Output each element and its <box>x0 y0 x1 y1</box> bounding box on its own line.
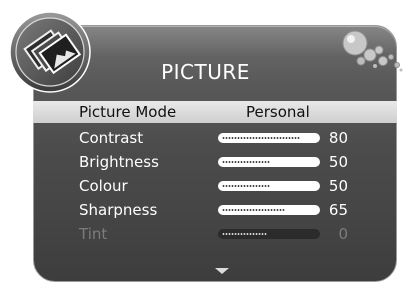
contrast-slider[interactable] <box>218 133 320 143</box>
menu-item-colour[interactable]: Colour 50 <box>33 175 397 197</box>
sharpness-value: 65 <box>328 201 348 219</box>
brightness-value: 50 <box>328 153 348 171</box>
menu-item-contrast[interactable]: Contrast 80 <box>33 127 397 149</box>
menu-item-label: Tint <box>79 225 108 243</box>
bubbles-icon <box>342 30 403 72</box>
slider-fill <box>222 209 285 211</box>
tint-value: 0 <box>338 225 348 243</box>
menu-item-picture-mode[interactable]: Picture Mode Personal <box>33 101 397 123</box>
slider-fill <box>222 137 300 139</box>
slider-fill <box>222 185 270 187</box>
brightness-slider[interactable] <box>218 157 320 167</box>
contrast-value: 80 <box>328 129 348 147</box>
picture-mode-icon <box>9 11 91 93</box>
colour-value: 50 <box>328 177 348 195</box>
tint-slider <box>218 229 320 239</box>
menu-item-sharpness[interactable]: Sharpness 65 <box>33 199 397 221</box>
menu-item-label: Picture Mode <box>79 103 177 121</box>
tv-osd-screen: PICTURE Picture Mode Personal Contrast 8… <box>0 0 411 286</box>
menu-item-brightness[interactable]: Brightness 50 <box>33 151 397 173</box>
menu-item-label: Colour <box>79 177 128 195</box>
slider-fill <box>222 161 270 163</box>
picture-mode-value: Personal <box>246 103 310 121</box>
menu-item-tint: Tint 0 <box>33 223 397 245</box>
colour-slider[interactable] <box>218 181 320 191</box>
slider-fill <box>222 233 267 235</box>
menu-item-label: Sharpness <box>79 201 158 219</box>
menu-item-label: Brightness <box>79 153 159 171</box>
scroll-down-arrow-icon[interactable] <box>215 268 229 274</box>
menu-item-label: Contrast <box>79 129 144 147</box>
sharpness-slider[interactable] <box>218 205 320 215</box>
